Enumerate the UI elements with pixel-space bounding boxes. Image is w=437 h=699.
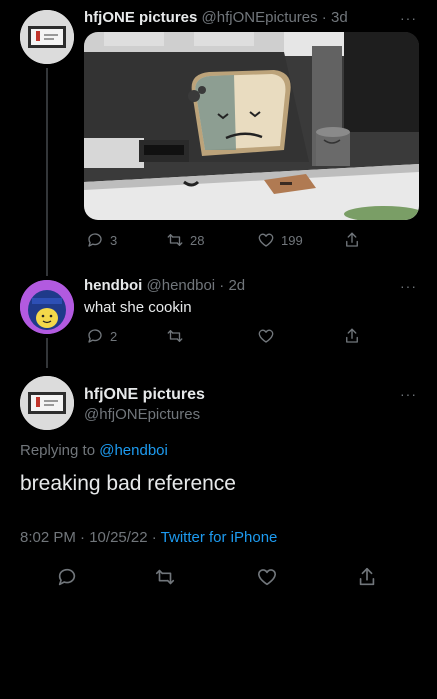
main-retweet-button[interactable]: [154, 566, 176, 588]
tweet1-media[interactable]: [84, 32, 419, 220]
tweet1-handle[interactable]: @hfjONEpictures: [202, 9, 318, 26]
tweet2-name[interactable]: hendboi: [84, 277, 142, 294]
tweet1-like-button[interactable]: 199: [257, 231, 303, 249]
share-icon: [346, 328, 358, 343]
tweet1-more-button[interactable]: ···: [400, 10, 417, 26]
main-name[interactable]: hfjONE pictures: [84, 386, 205, 404]
retweet-icon: [167, 330, 183, 342]
share-icon: [359, 567, 375, 586]
thread-line: [46, 68, 48, 276]
reply-icon: [88, 233, 102, 247]
reply-icon: [88, 329, 102, 343]
main-more-button[interactable]: ···: [400, 386, 417, 402]
tweet1-like-count: 199: [281, 232, 303, 248]
main-reply-button[interactable]: [56, 566, 78, 588]
tweet2-text: what she cookin: [84, 299, 192, 316]
heart-icon: [257, 569, 277, 586]
tweet2-more-button[interactable]: ···: [400, 278, 417, 294]
tweet2-like-button[interactable]: [257, 327, 275, 345]
main-meta: 8:02 PM · 10/25/22 · Twitter for iPhone: [20, 529, 278, 546]
tweet1-name[interactable]: hfjONE pictures: [84, 9, 197, 26]
tweet2-reply-count: 2: [110, 328, 118, 344]
tweet1-retweet-count: 28: [190, 232, 205, 248]
tweet2-header: hendboi @hendboi · 2d: [84, 277, 246, 294]
avatar-image: [20, 376, 74, 430]
tweet1-reply-button[interactable]: 3: [86, 231, 117, 249]
avatar-hfjone[interactable]: [20, 10, 74, 64]
main-date[interactable]: 10/25/22: [89, 529, 147, 546]
avatar-hendboi[interactable]: [20, 280, 74, 334]
main-handle[interactable]: @hfjONEpictures: [84, 406, 200, 423]
tweet1-retweet-button[interactable]: 28: [166, 231, 204, 249]
reply-icon: [58, 568, 76, 586]
avatar-image: [20, 280, 74, 334]
main-text: breaking bad reference: [20, 472, 236, 495]
retweet-icon: [155, 569, 175, 585]
main-like-button[interactable]: [256, 566, 278, 588]
replying-prefix: Replying to: [20, 442, 96, 459]
tweet2-retweet-button[interactable]: [166, 327, 184, 345]
tweet1-header: hfjONE pictures @hfjONEpictures · 3d: [84, 9, 348, 26]
tweet1-reply-count: 3: [110, 232, 118, 248]
heart-icon: [258, 233, 274, 247]
avatar-image: [20, 10, 74, 64]
tweet1-share-button[interactable]: [343, 231, 361, 249]
thread-line-2: [46, 338, 48, 368]
avatar-hfjone-main[interactable]: [20, 376, 74, 430]
tweet2-reply-button[interactable]: 2: [86, 327, 117, 345]
replying-to: Replying to @hendboi: [20, 442, 168, 459]
tweet1-time[interactable]: 3d: [331, 9, 348, 26]
tweet2-time[interactable]: 2d: [228, 277, 245, 294]
main-time[interactable]: 8:02 PM: [20, 529, 76, 546]
main-source-link[interactable]: Twitter for iPhone: [161, 529, 278, 546]
main-share-button[interactable]: [356, 566, 378, 588]
replying-handle-link[interactable]: @hendboi: [99, 442, 168, 459]
tweet2-share-button[interactable]: [343, 327, 361, 345]
heart-icon: [258, 329, 274, 343]
retweet-icon: [167, 234, 183, 246]
tweet2-handle[interactable]: @hendboi: [147, 277, 216, 294]
share-icon: [346, 232, 358, 247]
toast-kitchen-image: [84, 32, 419, 220]
